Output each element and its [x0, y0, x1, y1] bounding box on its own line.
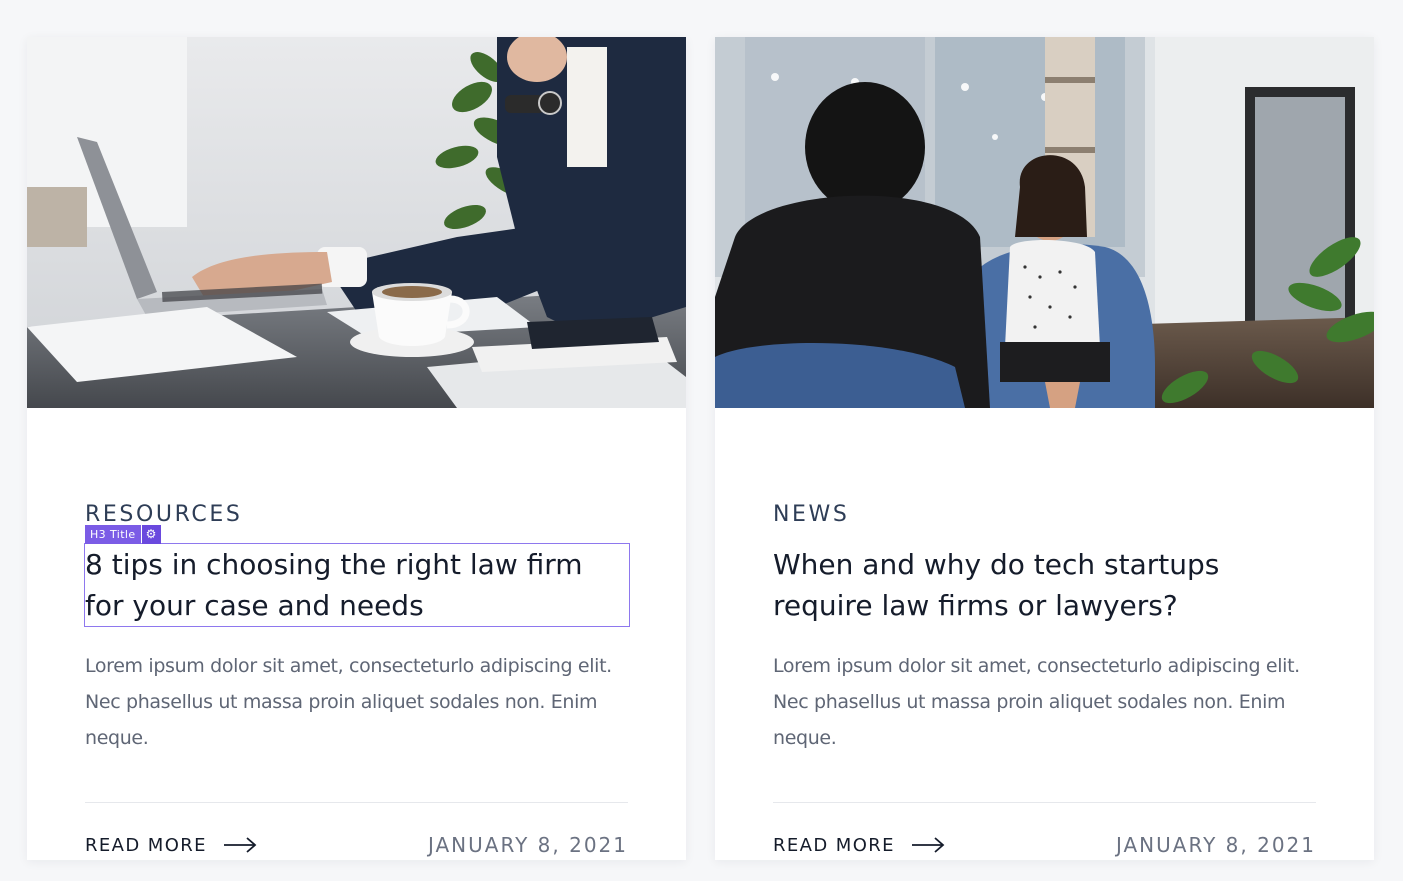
card-image[interactable]	[27, 37, 686, 408]
blog-card-grid: RESOURCES H3 Title ⚙ 8 tips in choosing …	[27, 37, 1374, 860]
read-more-link[interactable]: READ MORE	[85, 835, 257, 856]
card-footer: READ MORE JANUARY 8, 2021	[85, 832, 628, 858]
post-date: JANUARY 8, 2021	[1115, 833, 1316, 857]
card-divider	[773, 802, 1316, 803]
read-more-label: READ MORE	[773, 834, 895, 856]
card-image-office-meeting-scene	[715, 37, 1374, 408]
post-title[interactable]: When and why do tech startups require la…	[773, 544, 1317, 626]
read-more-label: READ MORE	[85, 834, 207, 856]
card-image[interactable]	[715, 37, 1374, 408]
category-label[interactable]: RESOURCES	[85, 504, 242, 526]
arrow-right-icon	[911, 837, 945, 853]
gear-icon[interactable]: ⚙	[141, 525, 161, 544]
post-date: JANUARY 8, 2021	[427, 833, 628, 857]
arrow-right-icon	[223, 837, 257, 853]
card-body: NEWS When and why do tech startups requi…	[773, 408, 1316, 860]
post-excerpt: Lorem ipsum dolor sit amet, consecteturl…	[773, 655, 1300, 749]
editor-tag-label[interactable]: H3 Title	[85, 525, 141, 544]
category-label[interactable]: NEWS	[773, 504, 849, 526]
card-body: RESOURCES H3 Title ⚙ 8 tips in choosing …	[84, 408, 630, 860]
card-divider	[85, 802, 628, 803]
post-excerpt: Lorem ipsum dolor sit amet, consecteturl…	[85, 655, 612, 749]
blog-card: RESOURCES H3 Title ⚙ 8 tips in choosing …	[27, 37, 686, 860]
blog-card: NEWS When and why do tech startups requi…	[715, 37, 1374, 860]
card-image-laptop-scene	[27, 37, 686, 408]
read-more-link[interactable]: READ MORE	[773, 835, 945, 856]
post-title[interactable]: 8 tips in choosing the right law firm fo…	[84, 543, 630, 627]
card-footer: READ MORE JANUARY 8, 2021	[773, 832, 1316, 858]
editor-element-tag[interactable]: H3 Title ⚙	[85, 525, 161, 544]
